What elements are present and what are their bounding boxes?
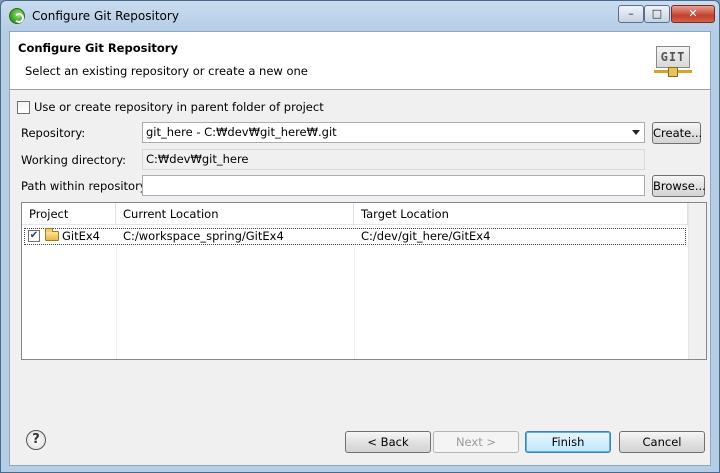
project-table[interactable]: Project Current Location Target Location…: [21, 202, 707, 360]
window-title: Configure Git Repository: [32, 9, 179, 23]
repository-combo[interactable]: git_here - C:₩dev₩git_here₩.git: [142, 122, 645, 143]
working-directory-field: C:₩dev₩git_here: [142, 149, 645, 170]
parent-folder-label: Use or create repository in parent folde…: [34, 100, 324, 114]
wizard-banner: Configure Git Repository Select an exist…: [10, 32, 710, 90]
cancel-button[interactable]: Cancel: [619, 431, 705, 453]
back-button[interactable]: < Back: [345, 431, 431, 453]
column-header-target-location[interactable]: Target Location: [354, 203, 688, 225]
project-checkbox[interactable]: ✔: [28, 230, 40, 242]
project-name: GitEx4: [62, 229, 101, 243]
page-message: Select an existing repository or create …: [25, 64, 308, 78]
help-icon[interactable]: ?: [26, 430, 46, 450]
project-folder-icon: [45, 228, 59, 241]
table-row[interactable]: ✔ GitEx4 C:/workspace_spring/GitEx4 C:/d…: [24, 228, 686, 245]
next-button-label: Next >: [455, 435, 497, 449]
minimize-button[interactable]: –: [618, 5, 644, 23]
column-header-current-location[interactable]: Current Location: [116, 203, 354, 225]
create-button[interactable]: Create...: [652, 122, 702, 144]
title-bar[interactable]: Configure Git Repository – □ ✕: [1, 1, 719, 31]
finish-button[interactable]: Finish: [525, 431, 611, 453]
target-location: C:/dev/git_here/GitEx4: [361, 229, 491, 243]
parent-folder-checkbox[interactable]: [17, 101, 30, 114]
browse-button[interactable]: Browse...: [652, 175, 706, 197]
repository-value: git_here - C:₩dev₩git_here₩.git: [146, 125, 337, 139]
path-within-repository-label: Path within repository:: [21, 179, 150, 193]
dialog-content: Configure Git Repository Select an exist…: [9, 31, 711, 466]
working-directory-label: Working directory:: [21, 153, 127, 167]
back-button-label: < Back: [367, 435, 409, 449]
maximize-button[interactable]: □: [644, 5, 670, 23]
git-logo-icon: GIT: [654, 44, 694, 82]
repository-label: Repository:: [21, 126, 86, 140]
column-header-project[interactable]: Project: [22, 203, 116, 225]
dialog-window: Configure Git Repository – □ ✕ Configure…: [0, 0, 720, 473]
current-location: C:/workspace_spring/GitEx4: [123, 229, 284, 243]
close-button[interactable]: ✕: [671, 5, 715, 23]
cancel-button-label: Cancel: [642, 435, 682, 449]
table-scrollbar[interactable]: [688, 203, 706, 359]
path-within-repository-input[interactable]: [142, 175, 645, 196]
table-header: Project Current Location Target Location: [22, 203, 688, 225]
finish-button-label: Finish: [551, 435, 585, 449]
next-button[interactable]: Next >: [433, 431, 519, 453]
spring-app-icon: [9, 8, 25, 24]
chevron-down-icon[interactable]: [632, 130, 640, 135]
page-title: Configure Git Repository: [18, 41, 178, 55]
git-logo-text: GIT: [656, 46, 690, 68]
